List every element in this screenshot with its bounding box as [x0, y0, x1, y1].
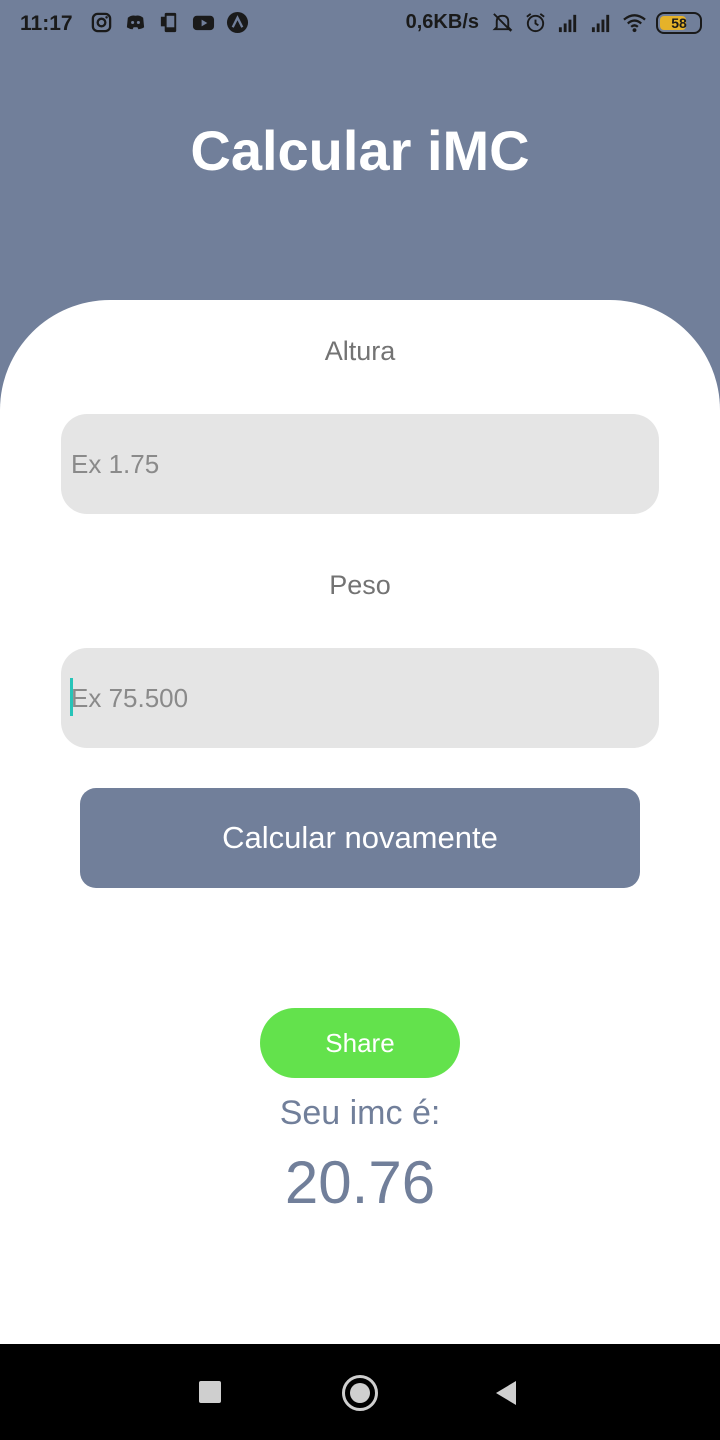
instagram-icon — [91, 12, 112, 33]
calculate-button[interactable]: Calcular novamente — [80, 788, 640, 888]
page-title: Calcular iMC — [190, 119, 530, 182]
navigation-bar — [0, 1344, 720, 1440]
network-speed: 0,6KB/s — [405, 11, 479, 33]
battery-icon: 58 — [656, 11, 702, 34]
weight-field[interactable] — [61, 648, 659, 748]
height-input[interactable] — [61, 414, 659, 514]
share-button[interactable]: Share — [260, 1008, 460, 1078]
result-label: Seu imc é: — [279, 1094, 441, 1132]
weight-label: Peso — [329, 570, 391, 600]
height-label: Altura — [324, 336, 396, 366]
signal-icon — [558, 14, 577, 33]
status-bar: 11:17 0,6KB/s 58 — [0, 0, 720, 50]
a-circle-icon — [226, 11, 249, 34]
system-status-icons: 0,6KB/s 58 — [406, 11, 702, 34]
notification-icons — [90, 11, 249, 34]
alarm-icon — [526, 13, 545, 33]
home-icon-inner — [350, 1383, 370, 1403]
home-icon[interactable] — [342, 1375, 378, 1411]
text-cursor — [70, 678, 73, 716]
battery-percent: 58 — [671, 14, 687, 31]
recent-apps-icon[interactable] — [199, 1381, 221, 1403]
mute-bell-icon — [492, 13, 513, 32]
status-time: 11:17 — [20, 12, 73, 35]
weight-input[interactable] — [61, 648, 659, 748]
result-value: 20.76 — [284, 1149, 436, 1216]
wifi-icon — [623, 14, 646, 33]
height-field[interactable] — [61, 414, 659, 514]
discord-icon — [126, 15, 145, 30]
signal-icon — [591, 14, 610, 33]
back-icon[interactable] — [494, 1380, 518, 1406]
phone-app-icon — [160, 12, 177, 33]
youtube-icon — [192, 15, 215, 31]
